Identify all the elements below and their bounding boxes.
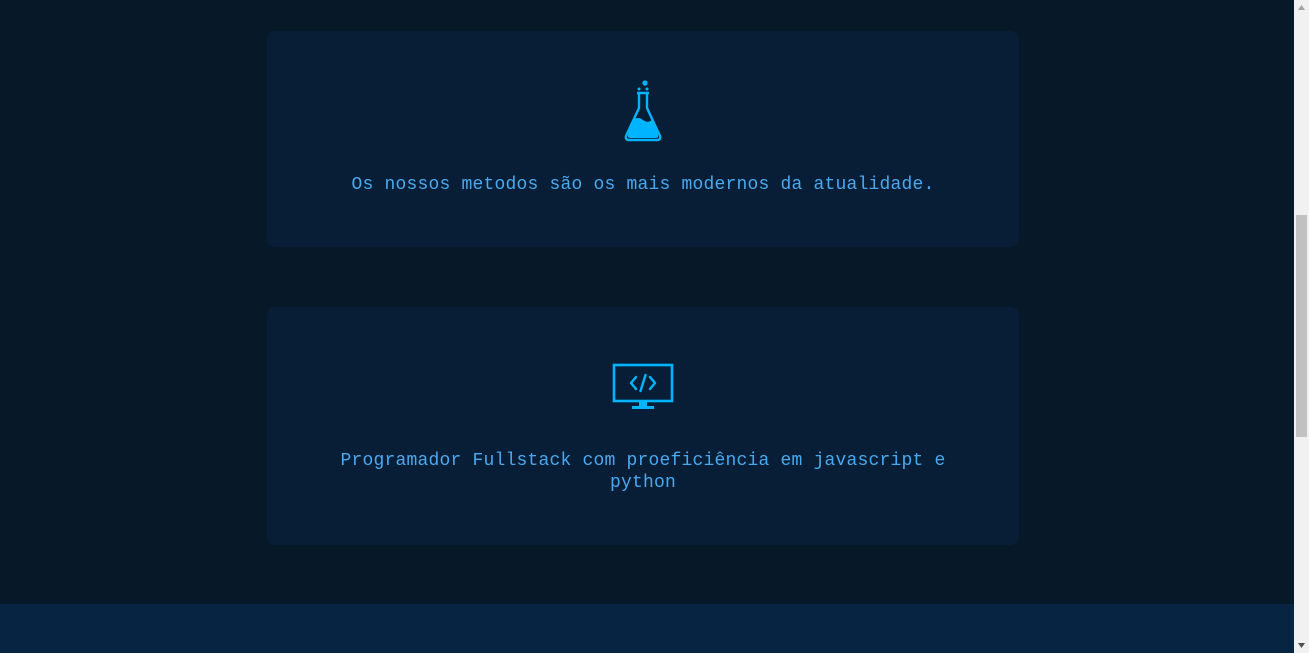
flask-icon — [624, 80, 662, 142]
footer-section — [0, 604, 1294, 653]
page-viewport: Os nossos metodos são os mais modernos d… — [0, 0, 1294, 653]
feature-card-methods: Os nossos metodos são os mais modernos d… — [267, 31, 1019, 247]
vertical-scrollbar[interactable] — [1294, 0, 1309, 653]
code-monitor-icon — [612, 363, 674, 409]
scroll-down-arrow-icon[interactable] — [1294, 638, 1309, 653]
scrollbar-thumb[interactable] — [1296, 215, 1307, 437]
feature-card-developer: Programador Fullstack com proeficiência … — [267, 307, 1019, 545]
scroll-up-arrow-icon[interactable] — [1294, 0, 1309, 15]
card-text: Os nossos metodos são os mais modernos d… — [351, 175, 935, 195]
card-text: Programador Fullstack com proeficiência … — [340, 451, 946, 493]
